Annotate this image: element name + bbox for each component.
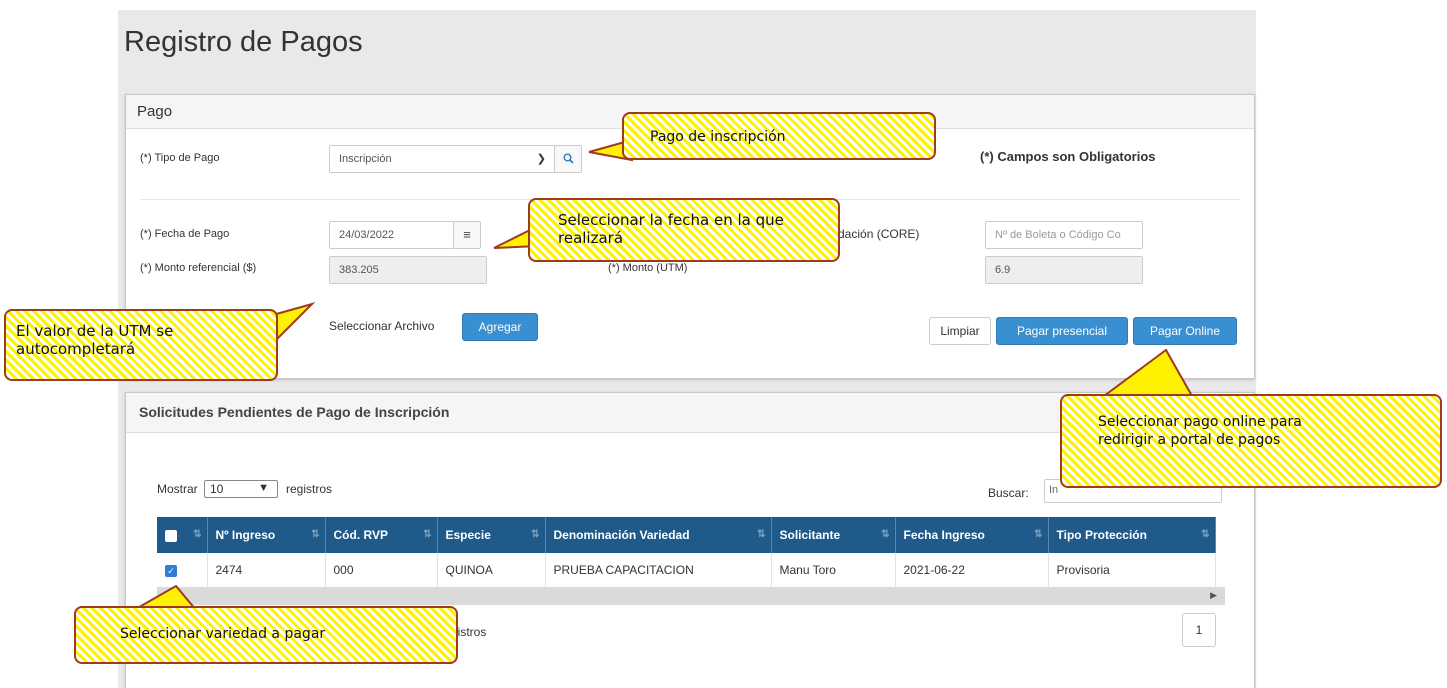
callout-text: autocompletará	[16, 340, 136, 358]
callout-text: redirigir a portal de pagos	[1098, 432, 1281, 448]
select-all-checkbox[interactable]	[165, 529, 177, 542]
sort-icon: ⇅	[531, 529, 540, 540]
tipo-pago-label: (*) Tipo de Pago	[140, 152, 220, 164]
sort-icon: ⇅	[1201, 529, 1210, 540]
monto-referencial-label: (*) Monto referencial ($)	[140, 262, 257, 274]
horizontal-scrollbar[interactable]: ▶	[157, 587, 1225, 605]
search-button[interactable]	[554, 145, 582, 173]
col-especie[interactable]: Especie ⇅	[437, 517, 546, 553]
col-cod-rvp[interactable]: Cód. RVP ⇅	[325, 517, 438, 553]
search-icon	[563, 153, 574, 164]
sort-icon: ⇅	[311, 529, 320, 540]
cell-nro: 2474	[207, 553, 326, 588]
pagar-online-button[interactable]: Pagar Online	[1133, 317, 1237, 345]
table-row[interactable]: ✓ 2474 000 QUINOA PRUEBA CAPACITACION Ma…	[157, 553, 1216, 588]
page-title: Registro de Pagos	[124, 26, 363, 58]
select-all-header[interactable]: ⇅	[157, 517, 208, 553]
fecha-pago-input[interactable]: 24/03/2022	[329, 221, 454, 249]
pagination-page-1[interactable]: 1	[1182, 613, 1216, 647]
col-denominacion[interactable]: Denominación Variedad ⇅	[545, 517, 772, 553]
solicitudes-table: ⇅ Nº Ingreso ⇅ Cód. RVP ⇅ Especie ⇅ Denomin…	[157, 517, 1216, 588]
sort-icon: ⇅	[881, 529, 890, 540]
cell-fecha: 2021-06-22	[895, 553, 1049, 588]
sort-icon: ⇅	[1034, 529, 1043, 540]
cell-tipo: Provisoria	[1048, 553, 1216, 588]
col-label: Especie	[445, 528, 491, 542]
monto-referencial-field: 383.205	[329, 256, 487, 284]
seleccionar-archivo-label: Seleccionar Archivo	[329, 319, 435, 333]
callout-text: Seleccionar la fecha en la que	[558, 211, 784, 229]
tipo-pago-select[interactable]: Inscripción ❯	[329, 145, 555, 173]
cell-cod: 000	[325, 553, 438, 588]
col-label: Solicitante	[779, 528, 841, 542]
col-fecha-ingreso[interactable]: Fecha Ingreso ⇅	[895, 517, 1049, 553]
boleta-input[interactable]: Nº de Boleta o Código Co	[985, 221, 1143, 249]
col-tipo-proteccion[interactable]: Tipo Protección ⇅	[1048, 517, 1216, 553]
callout-utm: El valor de la UTM se autocompletará	[4, 309, 278, 381]
sort-icon: ⇅	[193, 529, 202, 540]
col-label: Nº Ingreso	[215, 528, 276, 542]
table-header-row: ⇅ Nº Ingreso ⇅ Cód. RVP ⇅ Especie ⇅ Denomin…	[157, 517, 1216, 553]
callout-text: Pago de inscripción	[650, 129, 786, 145]
mostrar-label: Mostrar	[157, 482, 198, 496]
sort-icon: ⇅	[757, 529, 766, 540]
cell-solicitante: Manu Toro	[771, 553, 896, 588]
chevron-down-icon: ▼	[258, 482, 269, 494]
agregar-button[interactable]: Agregar	[462, 313, 538, 341]
callout-pago-online: Seleccionar pago online para redirigir a…	[1060, 394, 1442, 488]
col-solicitante[interactable]: Solicitante ⇅	[771, 517, 896, 553]
callout-variedad: Seleccionar variedad a pagar	[74, 606, 458, 664]
scroll-right-icon[interactable]: ▶	[1210, 590, 1217, 601]
cell-denominacion: PRUEBA CAPACITACION	[545, 553, 772, 588]
callout-text: El valor de la UTM se	[16, 322, 174, 340]
callout-text: realizará	[558, 229, 624, 247]
row-select-cell[interactable]: ✓	[157, 553, 208, 588]
registros-label: registros	[286, 482, 333, 496]
col-label: Denominación Variedad	[553, 528, 690, 542]
col-label: Tipo Protección	[1056, 528, 1147, 542]
cell-especie: QUINOA	[437, 553, 546, 588]
col-label: Cód. RVP	[333, 528, 388, 542]
buscar-label: Buscar:	[988, 486, 1029, 500]
monto-utm-field: 6.9	[985, 256, 1143, 284]
col-nro-ingreso[interactable]: Nº Ingreso ⇅	[207, 517, 326, 553]
monto-utm-label: (*) Monto (UTM)	[608, 262, 688, 274]
chevron-down-icon: ❯	[536, 153, 546, 165]
mostrar-select[interactable]: 10 ▼	[204, 480, 278, 498]
boleta-label: dación (CORE)	[838, 227, 920, 241]
pagar-presencial-button[interactable]: Pagar presencial	[996, 317, 1128, 345]
tipo-pago-value: Inscripción	[339, 153, 392, 165]
col-label: Fecha Ingreso	[903, 528, 985, 542]
calendar-button[interactable]: ≡	[453, 221, 481, 249]
callout-fecha: Seleccionar la fecha en la que realizará	[528, 198, 840, 262]
callout-text: Seleccionar variedad a pagar	[120, 626, 326, 642]
row-checkbox[interactable]: ✓	[165, 564, 177, 577]
fecha-pago-label: (*) Fecha de Pago	[140, 228, 230, 240]
callout-pago-inscripcion: Pago de inscripción	[622, 112, 936, 160]
limpiar-button[interactable]: Limpiar	[929, 317, 991, 345]
mostrar-value: 10	[210, 482, 224, 496]
sort-icon: ⇅	[423, 529, 432, 540]
required-fields-note: (*) Campos son Obligatorios	[980, 149, 1156, 164]
callout-text: Seleccionar pago online para	[1098, 414, 1302, 430]
calendar-icon: ≡	[463, 227, 471, 242]
